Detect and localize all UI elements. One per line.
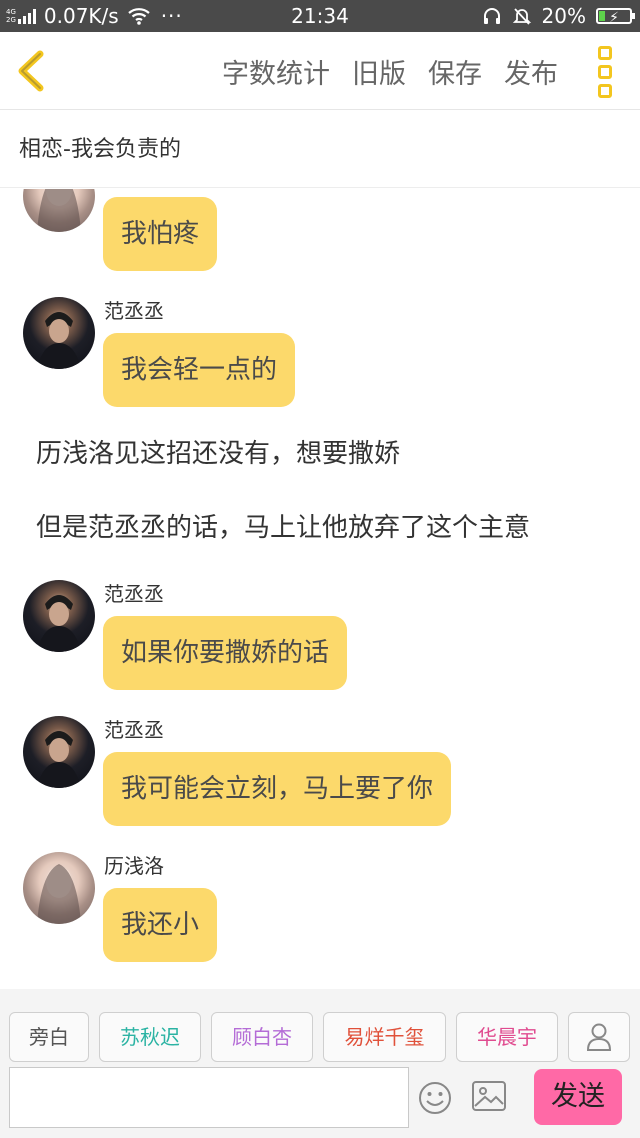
character-chip[interactable]: 易烊千玺 <box>323 1012 446 1062</box>
editor-header: 字数统计 旧版 保存 发布 <box>0 32 640 110</box>
avatar[interactable] <box>23 189 95 232</box>
message-bubble[interactable]: 我还小 <box>103 888 218 962</box>
narration-text[interactable]: 历浅洛见这招还没有，想要撒娇 <box>36 437 400 471</box>
battery-percent: 20% <box>541 4 586 28</box>
emoji-icon[interactable] <box>418 1081 452 1115</box>
character-chip[interactable]: 华晨宇 <box>456 1012 558 1062</box>
sender-name: 范丞丞 <box>104 582 164 606</box>
save-button[interactable]: 保存 <box>428 52 482 91</box>
message-bubble[interactable]: 我怕疼 <box>103 197 218 271</box>
word-count-button[interactable]: 字数统计 <box>222 52 330 91</box>
mute-bell-icon <box>512 8 531 25</box>
publish-button[interactable]: 发布 <box>504 52 558 91</box>
status-right: 20% ⚡ <box>482 4 635 28</box>
message-bubble[interactable]: 如果你要撒娇的话 <box>103 616 348 690</box>
send-button[interactable]: 发送 <box>534 1069 622 1125</box>
character-chip-narrator[interactable]: 旁白 <box>9 1012 89 1062</box>
message-bubble[interactable]: 我可能会立刻，马上要了你 <box>103 752 452 826</box>
chat-area[interactable]: 我怕疼 范丞丞 我会轻一点的 历浅洛见这招还没有，想要撒娇 但是范丞丞的话，马上… <box>0 189 640 989</box>
user-icon <box>586 1023 612 1051</box>
avatar[interactable] <box>23 716 95 788</box>
sender-name: 范丞丞 <box>104 299 164 323</box>
composer: 旁白 苏秋迟 顾白杏 易烊千玺 华晨宇 发送 <box>0 989 640 1138</box>
header-actions: 字数统计 旧版 保存 发布 <box>222 32 558 110</box>
back-chevron-icon[interactable] <box>12 48 52 94</box>
character-selector: 旁白 苏秋迟 顾白杏 易烊千玺 华晨宇 <box>9 1012 630 1062</box>
message-input[interactable] <box>9 1067 409 1128</box>
add-character-button[interactable] <box>568 1012 630 1062</box>
old-version-button[interactable]: 旧版 <box>352 52 406 91</box>
charging-icon: ⚡ <box>609 10 619 26</box>
story-title-bar: 相恋-我会负责的 <box>0 111 640 188</box>
avatar[interactable] <box>23 580 95 652</box>
message-bubble[interactable]: 我会轻一点的 <box>103 333 296 407</box>
sender-name: 历浅洛 <box>104 854 164 878</box>
image-icon[interactable] <box>472 1081 506 1111</box>
battery-icon: ⚡ <box>596 8 635 26</box>
status-bar: 4G 2G 0.07K/s ··· 21:34 20% ⚡ <box>0 0 640 32</box>
avatar[interactable] <box>23 297 95 369</box>
story-title: 相恋-我会负责的 <box>19 137 181 162</box>
narration-text[interactable]: 但是范丞丞的话，马上让他放弃了这个主意 <box>36 511 530 545</box>
avatar[interactable] <box>23 852 95 924</box>
sender-name: 范丞丞 <box>104 718 164 742</box>
character-chip[interactable]: 顾白杏 <box>211 1012 313 1062</box>
character-chip[interactable]: 苏秋迟 <box>99 1012 201 1062</box>
headphones-icon <box>483 8 500 24</box>
more-menu-icon[interactable] <box>598 46 614 98</box>
